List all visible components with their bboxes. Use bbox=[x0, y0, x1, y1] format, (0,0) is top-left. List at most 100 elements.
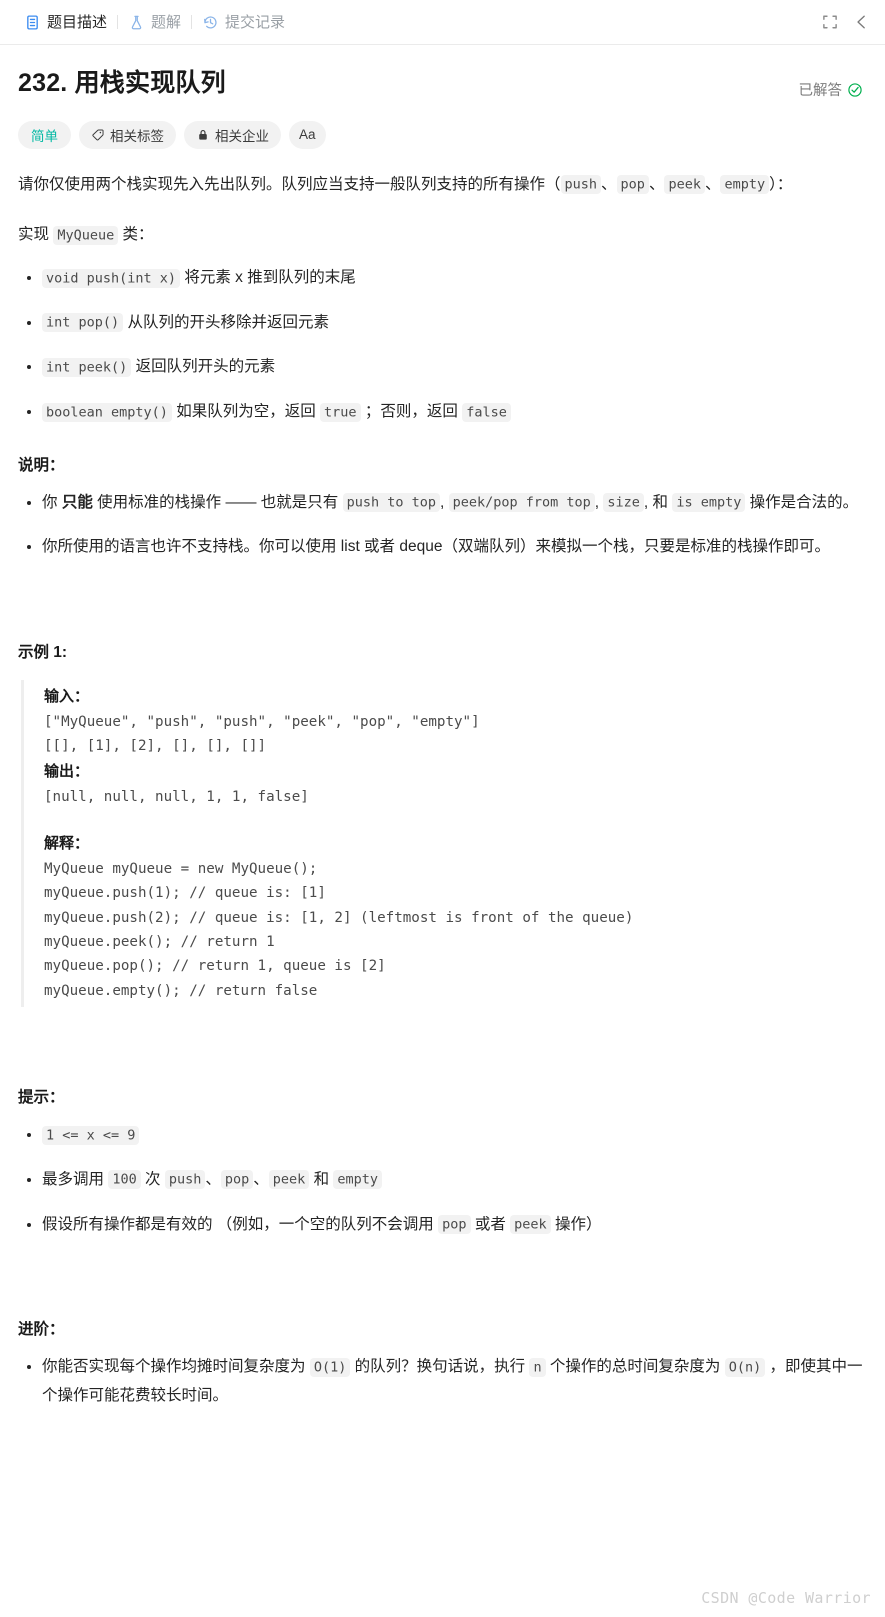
list-item: 最多调用 100 次 push、 pop、 peek 和 empty bbox=[27, 1166, 863, 1195]
note-bold: 只能 bbox=[61, 493, 93, 511]
inline-code-n: n bbox=[529, 1357, 546, 1377]
method-list: void push(int x) 将元素 x 推到队列的末尾 int pop()… bbox=[18, 264, 863, 427]
flask-icon bbox=[128, 14, 145, 31]
inline-code-pop: pop bbox=[616, 175, 649, 195]
intro-text-e: ）： bbox=[769, 175, 793, 193]
inline-code-empty: empty bbox=[333, 1170, 383, 1190]
title-row: 232. 用栈实现队列 已解答 bbox=[18, 67, 863, 101]
example-explain-label: 解释： bbox=[44, 834, 90, 852]
font-size-button[interactable]: Aa bbox=[289, 120, 326, 149]
inline-code-is-empty: is empty bbox=[672, 493, 746, 513]
inline-code-void-push: void push(int x) bbox=[42, 268, 181, 288]
related-tags-label: 相关标签 bbox=[110, 128, 164, 144]
tab-description-label: 题目描述 bbox=[47, 13, 108, 31]
list-item: int pop() 从队列的开头移除并返回元素 bbox=[27, 309, 863, 338]
hint-text-a: 最多调用 bbox=[42, 1170, 109, 1188]
followup-list: 你能否实现每个操作均摊时间复杂度为 O(1) 的队列？换句话说，执行 n 个操作… bbox=[18, 1353, 863, 1410]
note-text-a: 你 bbox=[42, 493, 62, 511]
tab-submissions-label: 提交记录 bbox=[225, 13, 286, 31]
inline-code-size: size bbox=[603, 493, 644, 513]
inline-code-push: push bbox=[164, 1170, 206, 1190]
inline-code-peek: peek bbox=[510, 1215, 551, 1235]
related-tags-button[interactable]: 相关标签 bbox=[79, 120, 176, 149]
tab-submissions[interactable]: 提交记录 bbox=[192, 14, 295, 31]
example-explain-code: MyQueue myQueue = new MyQueue(); myQueue… bbox=[44, 860, 634, 999]
tab-list: 题目描述 题解 提交记录 bbox=[14, 14, 811, 31]
tag-icon bbox=[91, 128, 105, 142]
inline-code-constraint-x: 1 <= x <= 9 bbox=[42, 1125, 140, 1145]
intro-text-b: 、 bbox=[601, 175, 617, 193]
inline-code-pop: pop bbox=[220, 1170, 254, 1190]
method-desc-a: 如果队列为空，返回 bbox=[171, 403, 321, 421]
list-item: boolean empty() 如果队列为空，返回 true ；否则，返回 fa… bbox=[27, 398, 863, 427]
method-desc: 从队列的开头移除并返回元素 bbox=[123, 313, 329, 331]
inline-code-false: false bbox=[462, 402, 511, 422]
note-sep-3: , 和 bbox=[643, 493, 673, 511]
inline-code-o1: O(1) bbox=[309, 1357, 351, 1377]
inline-code-empty: empty bbox=[720, 175, 770, 195]
hint-text-b: 或者 bbox=[470, 1215, 511, 1233]
hints-heading: 提示： bbox=[18, 1089, 65, 1107]
intro-text-a: 请你仅使用两个栈实现先入先出队列。队列应当支持一般队列支持的所有操作（ bbox=[18, 175, 561, 193]
chevron-left-icon[interactable] bbox=[853, 13, 871, 31]
list-item: 1 <= x <= 9 bbox=[27, 1121, 863, 1150]
inline-code-on: O(n) bbox=[724, 1357, 766, 1377]
followup-text-a: 你能否实现每个操作均摊时间复杂度为 bbox=[42, 1358, 310, 1376]
tag-pill-row: 简单 相关标签 相关企业 Aa bbox=[18, 120, 863, 149]
hint-text-c: 和 bbox=[309, 1170, 334, 1188]
hint-text-b: 次 bbox=[140, 1170, 165, 1188]
inline-code-int-peek: int peek() bbox=[42, 357, 132, 377]
example-block: 输入： ["MyQueue", "push", "push", "peek", … bbox=[21, 680, 863, 1008]
inline-code-pop: pop bbox=[438, 1215, 471, 1235]
example-input-code: ["MyQueue", "push", "push", "peek", "pop… bbox=[44, 713, 480, 755]
implement-line: 实现 MyQueue 类： bbox=[18, 221, 863, 250]
list-item: 你 只能 使用标准的栈操作 —— 也就是只有 push to top, peek… bbox=[27, 489, 863, 518]
implement-suffix: 类： bbox=[118, 226, 154, 244]
inline-code-true: true bbox=[320, 402, 361, 422]
method-desc-b: ；否则，返回 bbox=[360, 403, 463, 421]
method-desc: 返回队列开头的元素 bbox=[131, 358, 276, 376]
tabbar-actions bbox=[811, 13, 871, 31]
followup-heading: 进阶： bbox=[18, 1321, 65, 1339]
inline-code-myqueue: MyQueue bbox=[53, 225, 119, 245]
method-desc: 将元素 x 推到队列的末尾 bbox=[180, 269, 356, 287]
tab-solution[interactable]: 题解 bbox=[118, 14, 191, 31]
difficulty-badge[interactable]: 简单 bbox=[18, 120, 71, 149]
inline-code-peek-pop-from-top: peek/pop from top bbox=[448, 493, 595, 513]
inline-code-int-pop: int pop() bbox=[42, 313, 124, 333]
inline-code-peek: peek bbox=[664, 175, 705, 195]
list-item: 你所使用的语言也许不支持栈。你可以使用 list 或者 deque（双端队列）来… bbox=[27, 533, 863, 562]
list-item: int peek() 返回队列开头的元素 bbox=[27, 353, 863, 382]
status-label: 已解答 bbox=[798, 83, 843, 99]
notes-list: 你 只能 使用标准的栈操作 —— 也就是只有 push to top, peek… bbox=[18, 489, 863, 562]
note-text-b: 使用标准的栈操作 —— 也就是只有 bbox=[92, 493, 343, 511]
example-heading: 示例 1: bbox=[18, 644, 68, 662]
note-sep-1: , bbox=[439, 493, 449, 511]
intro-text-c: 、 bbox=[648, 175, 665, 193]
inline-code-peek: peek bbox=[268, 1170, 310, 1190]
font-size-icon: Aa bbox=[299, 127, 316, 143]
related-companies-label: 相关企业 bbox=[215, 128, 269, 144]
list-item: 假设所有操作都是有效的 （例如，一个空的队列不会调用 pop 或者 peek 操… bbox=[27, 1211, 863, 1240]
followup-text-c: 个操作的总时间复杂度为 bbox=[545, 1358, 725, 1376]
hint-text-a: 假设所有操作都是有效的 （例如，一个空的队列不会调用 bbox=[42, 1215, 439, 1233]
implement-prefix: 实现 bbox=[18, 226, 54, 244]
example-input-label: 输入： bbox=[44, 688, 90, 706]
list-item: 你能否实现每个操作均摊时间复杂度为 O(1) 的队列？换句话说，执行 n 个操作… bbox=[27, 1353, 863, 1410]
related-companies-button[interactable]: 相关企业 bbox=[184, 120, 281, 149]
hint-text-c: 操作） bbox=[550, 1215, 602, 1233]
example-output-label: 输出： bbox=[44, 762, 90, 780]
lock-icon bbox=[196, 128, 210, 142]
tab-solution-label: 题解 bbox=[151, 13, 182, 31]
tab-description[interactable]: 题目描述 bbox=[14, 14, 117, 31]
inline-code-100: 100 bbox=[108, 1170, 141, 1190]
problem-content: 232. 用栈实现队列 已解答 简单 相关标签 相关企业 Aa 请你仅使用两个栈… bbox=[0, 45, 885, 1411]
history-icon bbox=[202, 14, 219, 31]
page-title: 232. 用栈实现队列 bbox=[18, 69, 226, 97]
notes-heading: 说明： bbox=[18, 456, 65, 474]
hints-list: 1 <= x <= 9 最多调用 100 次 push、 pop、 peek 和 e… bbox=[18, 1121, 863, 1239]
fullscreen-icon[interactable] bbox=[821, 13, 839, 31]
